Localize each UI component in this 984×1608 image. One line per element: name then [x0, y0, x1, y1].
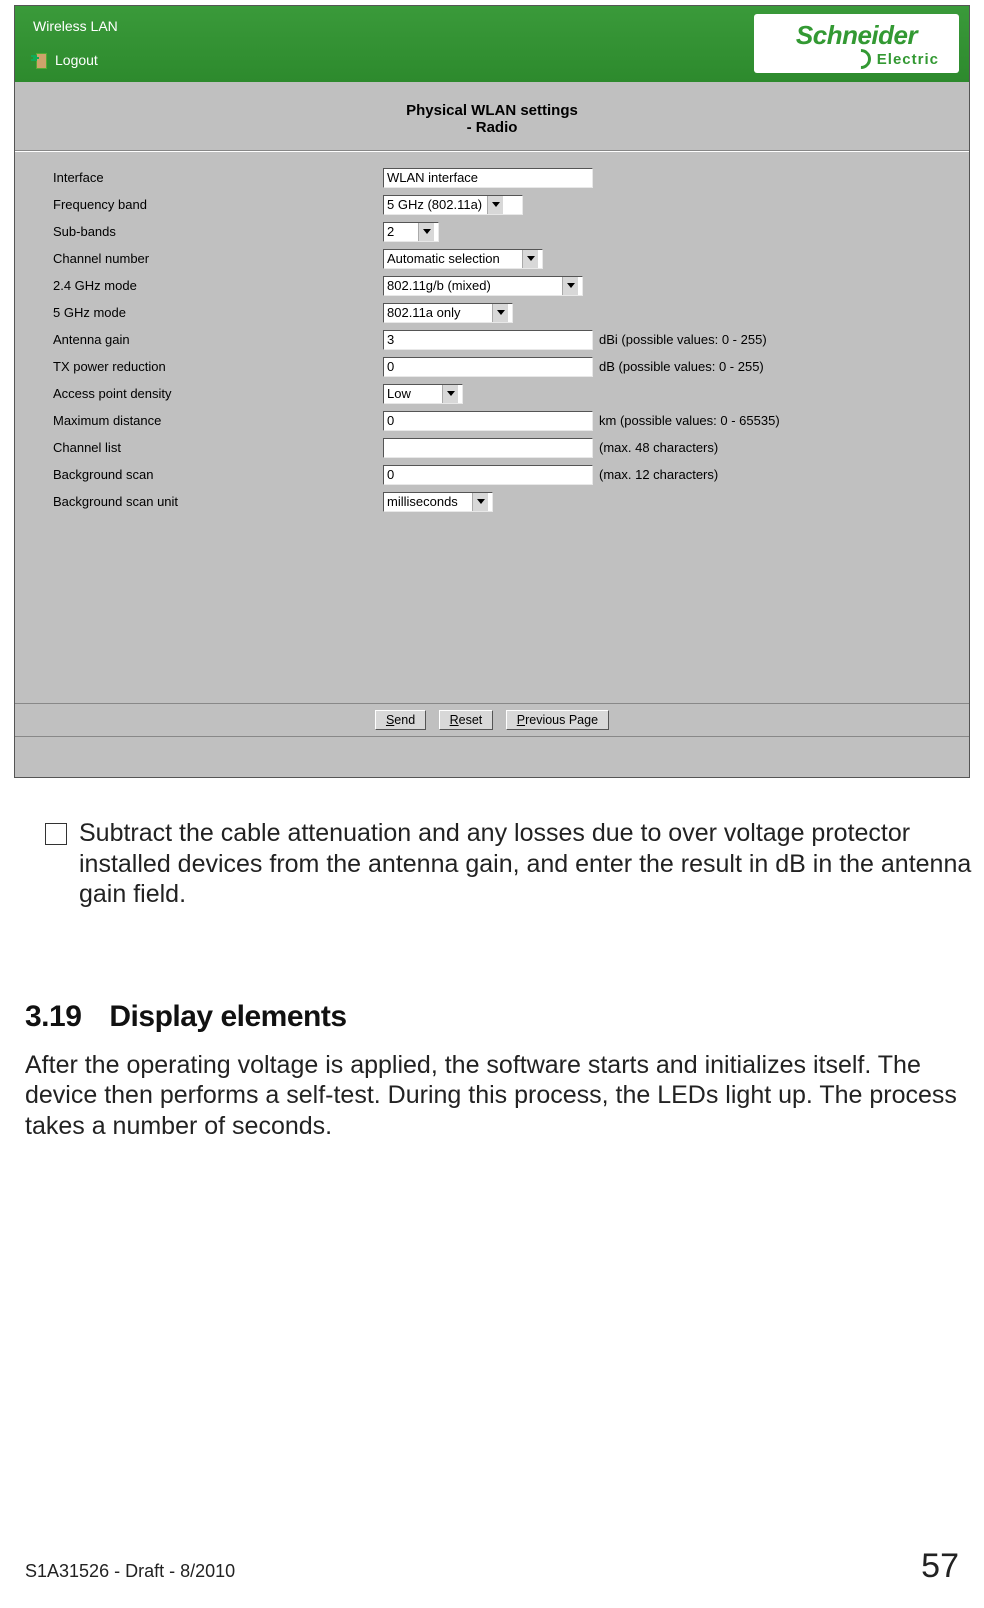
bg-scan-input[interactable]: [383, 465, 593, 485]
config-screenshot: Wireless LAN Logout Schneider Electric P…: [14, 5, 970, 778]
tx-power-input[interactable]: [383, 357, 593, 377]
label-max-distance: Maximum distance: [53, 413, 383, 428]
section-paragraph: After the operating voltage is applied, …: [0, 1046, 984, 1142]
label-tx-power: TX power reduction: [53, 359, 383, 374]
channel-list-hint: (max. 48 characters): [599, 440, 718, 455]
section-heading: 3.19 Display elements: [0, 910, 984, 1046]
button-bar: Send Reset Previous Page: [15, 703, 969, 737]
interface-field: WLAN interface: [383, 168, 593, 188]
chevron-down-icon: [472, 493, 488, 511]
instruction-text: Subtract the cable attenuation and any l…: [79, 818, 972, 910]
logout-label: Logout: [55, 52, 98, 68]
ap-density-select[interactable]: Low: [383, 384, 463, 404]
label-interface: Interface: [53, 170, 383, 185]
header-bar: Wireless LAN Logout Schneider Electric: [15, 6, 969, 82]
label-24ghz-mode: 2.4 GHz mode: [53, 278, 383, 293]
bg-scan-unit-select[interactable]: milliseconds: [383, 492, 493, 512]
tx-power-hint: dB (possible values: 0 - 255): [599, 359, 764, 374]
label-bg-scan: Background scan: [53, 467, 383, 482]
max-distance-hint: km (possible values: 0 - 65535): [599, 413, 780, 428]
label-frequency-band: Frequency band: [53, 197, 383, 212]
panel-title: Physical WLAN settings - Radio: [15, 82, 969, 146]
label-ap-density: Access point density: [53, 386, 383, 401]
label-antenna-gain: Antenna gain: [53, 332, 383, 347]
mode-24-select[interactable]: 802.11g/b (mixed): [383, 276, 583, 296]
reset-button[interactable]: Reset: [439, 710, 494, 730]
settings-form: Interface WLAN interface Frequency band …: [15, 164, 969, 523]
page-number: 57: [921, 1547, 959, 1586]
doc-reference: S1A31526 - Draft - 8/2010: [25, 1561, 235, 1582]
instruction-block: Subtract the cable attenuation and any l…: [0, 778, 984, 910]
mode-5-select[interactable]: 802.11a only: [383, 303, 513, 323]
label-channel-list: Channel list: [53, 440, 383, 455]
label-channel-number: Channel number: [53, 251, 383, 266]
logo-main-text: Schneider: [764, 20, 949, 51]
bg-scan-hint: (max. 12 characters): [599, 467, 718, 482]
label-5ghz-mode: 5 GHz mode: [53, 305, 383, 320]
section-title: Display elements: [109, 1000, 346, 1034]
channel-list-input[interactable]: [383, 438, 593, 458]
channel-number-select[interactable]: Automatic selection: [383, 249, 543, 269]
send-button[interactable]: Send: [375, 710, 426, 730]
brand-logo: Schneider Electric: [754, 14, 959, 73]
antenna-gain-hint: dBi (possible values: 0 - 255): [599, 332, 767, 347]
chevron-down-icon: [418, 223, 434, 241]
checkbox-icon: [45, 823, 67, 845]
page-footer: S1A31526 - Draft - 8/2010 57: [25, 1547, 959, 1586]
previous-page-button[interactable]: Previous Page: [506, 710, 609, 730]
section-number: 3.19: [25, 1000, 81, 1034]
sub-bands-select[interactable]: 2: [383, 222, 439, 242]
max-distance-input[interactable]: [383, 411, 593, 431]
logout-icon: [33, 53, 47, 67]
chevron-down-icon: [442, 385, 458, 403]
chevron-down-icon: [487, 196, 503, 214]
chevron-down-icon: [492, 304, 508, 322]
label-bg-scan-unit: Background scan unit: [53, 494, 383, 509]
label-sub-bands: Sub-bands: [53, 224, 383, 239]
logo-sub-text: Electric: [764, 49, 949, 69]
chevron-down-icon: [562, 277, 578, 295]
antenna-gain-input[interactable]: [383, 330, 593, 350]
frequency-band-select[interactable]: 5 GHz (802.11a): [383, 195, 523, 215]
chevron-down-icon: [522, 250, 538, 268]
